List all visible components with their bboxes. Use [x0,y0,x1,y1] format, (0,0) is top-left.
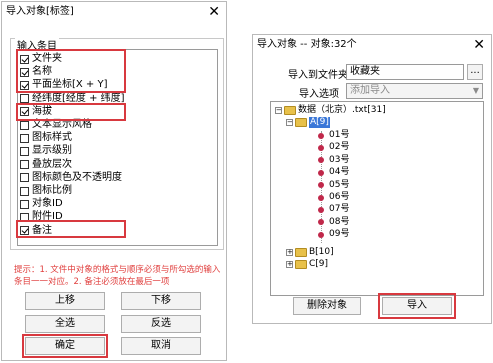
tree-leaf-label: 08号 [329,216,350,227]
placemark-icon [318,144,324,151]
tree-root[interactable]: − 数据（北京）.txt[31] [275,105,386,116]
target-folder-field[interactable]: 收藏夹 [346,64,464,80]
close-icon[interactable]: ✕ [208,2,220,22]
checklist-item-label: 图标颜色及不透明度 [32,171,122,183]
tree-leaf-label: 05号 [329,179,350,190]
collapse-icon[interactable]: − [286,119,293,126]
target-folder-label: 导入到文件夹 [288,70,348,81]
checklist-item[interactable]: 图标颜色及不透明度 [20,172,122,184]
checkbox[interactable] [20,199,29,209]
browse-button[interactable]: ... [467,64,483,80]
dialog-title: 导入对象 -- 对象:32个 [257,39,357,50]
tree-leaf[interactable]: 06号 [318,192,349,203]
checkbox[interactable] [20,146,29,156]
checklist-item-label: 叠放层次 [32,158,72,170]
dialog-titlebar: 导入对象 -- 对象:32个 ✕ [253,35,491,55]
tree-leaf-label: 07号 [329,204,350,215]
chevron-down-icon: ▼ [472,86,479,95]
move-up-button[interactable]: 上移 [25,292,105,310]
import-option-value: 添加导入 [350,85,390,96]
invert-selection-button[interactable]: 反选 [121,315,201,333]
checklist-item-label: 图标比例 [32,185,72,196]
placemark-icon [318,157,324,164]
placemark-icon [318,194,324,201]
checkbox[interactable] [20,186,29,196]
import-option-label: 导入选项 [299,89,339,100]
tree-leaf-label: 03号 [329,154,350,165]
tree-leaf[interactable]: 09号 [318,229,349,240]
highlight-box-altitude [16,103,126,121]
checklist-item-label: 显示级别 [32,145,72,157]
folder-icon [295,248,307,257]
tree-leaf[interactable]: 03号 [318,155,349,166]
tree-group-a-label: A[9] [309,117,330,128]
tree-leaf-label: 06号 [329,192,350,202]
tree-leaf[interactable]: 01号 [318,130,349,141]
checklist-item[interactable]: 叠放层次 [20,159,72,171]
checklist-item[interactable]: 图标样式 [20,132,72,144]
highlight-box-notes [16,220,126,238]
tree-leaf-label: 09号 [329,229,350,240]
placemark-icon [318,182,324,189]
checklist-item[interactable]: 图标比例 [20,185,72,197]
tree-group-a[interactable]: − A[9] [286,117,330,128]
hint-text: 提示：1. 文件中对象的格式与顺序必须与所勾选的输入条目一一对应。2. 备注必须… [14,265,221,287]
import-option-select[interactable]: 添加导入 ▼ [346,83,483,99]
import-objects-dialog: 导入对象 -- 对象:32个 ✕ 导入到文件夹 收藏夹 ... 导入选项 添加导… [252,34,492,324]
checklist-item-label: 对象ID [32,198,63,210]
placemark-icon [318,231,324,238]
tree-leaf-label: 04号 [329,167,350,178]
tree-group-c-label: C[9] [309,259,329,269]
folder-open-icon [284,106,296,115]
placemark-icon [318,206,324,213]
folder-icon [295,260,307,269]
tree-leaf[interactable]: 02号 [318,142,349,153]
checkbox[interactable] [20,173,29,183]
placemark-icon [318,219,324,226]
checklist-item[interactable]: 对象ID [20,198,63,210]
move-down-button[interactable]: 下移 [121,292,201,310]
dialog-titlebar: 导入对象[标签] ✕ [2,2,226,22]
highlight-box-import [378,293,456,319]
expand-icon[interactable]: + [286,261,293,268]
close-icon[interactable]: ✕ [473,35,485,55]
checkbox[interactable] [20,94,29,104]
tree-root-label: 数据（北京）.txt[31] [298,105,386,115]
tree-leaf[interactable]: 04号 [318,167,349,178]
highlight-box-ok [22,334,108,358]
tree-leaf-label: 02号 [329,142,350,153]
placemark-icon [318,169,324,176]
expand-icon[interactable]: + [286,249,293,256]
checklist-item[interactable]: 显示级别 [20,145,72,157]
tree-group-c[interactable]: + C[9] [286,259,328,270]
tree-leaf[interactable]: 07号 [318,204,349,215]
checkbox[interactable] [20,160,29,170]
checklist-item-label: 图标样式 [32,132,72,144]
import-fields-dialog: 导入对象[标签] ✕ 输入条目 文件夹 名称 平面坐标[X + Y] 经纬度[经度 +… [1,1,227,361]
tree-leaf-label: 01号 [329,130,350,140]
collapse-icon[interactable]: − [275,107,282,114]
dialog-title: 导入对象[标签] [6,6,74,17]
tree-leaf[interactable]: 05号 [318,180,349,191]
checkbox[interactable] [20,120,29,130]
placemark-icon [318,132,324,139]
tree-group-b-label: B[10] [309,247,334,257]
tree-group-b[interactable]: + B[10] [286,247,334,258]
object-tree: − 数据（北京）.txt[31] − A[9] 01号 02号 03号 04号 05号 0… [270,101,484,296]
tree-leaf[interactable]: 08号 [318,217,349,228]
folder-open-icon [295,118,307,127]
checkbox[interactable] [20,133,29,143]
select-all-button[interactable]: 全选 [25,315,105,333]
delete-object-button[interactable]: 删除对象 [293,297,361,315]
cancel-button[interactable]: 取消 [121,337,201,355]
highlight-box-fields [16,49,126,93]
